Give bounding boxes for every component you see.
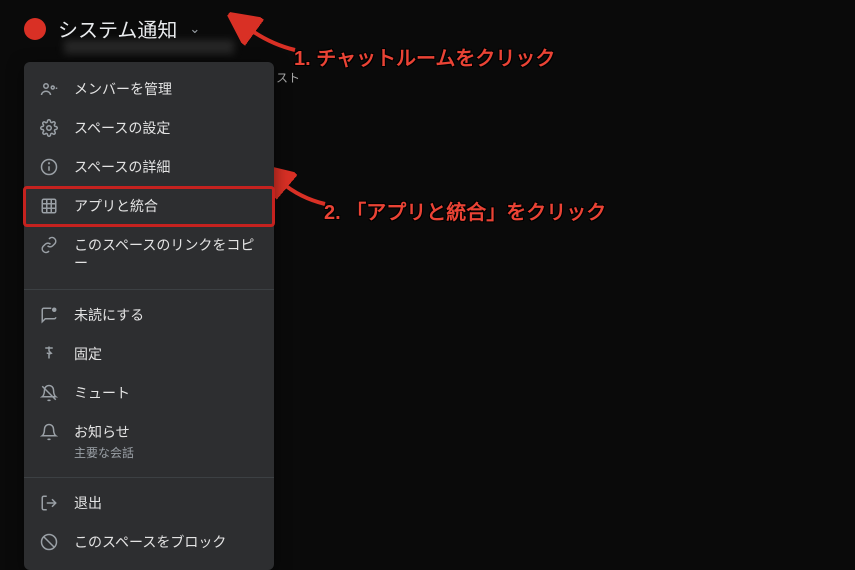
menu-sublabel: 主要な会話 bbox=[74, 444, 134, 461]
annotation-arrow-1 bbox=[240, 22, 300, 62]
menu-item-space-details[interactable]: スペースの詳細 bbox=[24, 148, 274, 187]
members-icon bbox=[40, 80, 58, 98]
pin-icon bbox=[40, 345, 58, 363]
mute-icon bbox=[40, 384, 58, 402]
menu-label: ミュート bbox=[74, 384, 130, 403]
menu-item-apps-integrations[interactable]: アプリと統合 bbox=[24, 187, 274, 226]
menu-divider bbox=[24, 477, 274, 478]
gear-icon bbox=[40, 119, 58, 137]
menu-item-block[interactable]: このスペースをブロック bbox=[24, 523, 274, 562]
menu-label: 固定 bbox=[74, 345, 102, 364]
menu-divider bbox=[24, 289, 274, 290]
annotation-step2: 2. 「アプリと統合」をクリック bbox=[324, 196, 606, 225]
menu-label: アプリと統合 bbox=[74, 197, 158, 216]
menu-label: スペースの設定 bbox=[74, 119, 170, 138]
menu-label: このスペースをブロック bbox=[74, 533, 226, 552]
menu-label: 退出 bbox=[74, 494, 102, 513]
exit-icon bbox=[40, 494, 58, 512]
menu-item-mute[interactable]: ミュート bbox=[24, 374, 274, 413]
info-icon bbox=[40, 158, 58, 176]
menu-item-space-settings[interactable]: スペースの設定 bbox=[24, 109, 274, 148]
annotation-step1: 1. チャットルームをクリック bbox=[294, 42, 555, 71]
menu-label: スペースの詳細 bbox=[74, 158, 170, 177]
context-menu: メンバーを管理 スペースの設定 スペースの詳細 アプリと統合 このスペースのリン… bbox=[24, 62, 274, 570]
menu-label: お知らせ bbox=[74, 423, 134, 442]
menu-item-notifications[interactable]: お知らせ 主要な会話 bbox=[24, 413, 274, 471]
unread-icon bbox=[40, 306, 58, 324]
bell-icon bbox=[40, 423, 58, 441]
menu-label: 未読にする bbox=[74, 306, 144, 325]
background-text-fragment: スト bbox=[276, 69, 300, 86]
block-icon bbox=[40, 533, 58, 551]
menu-item-mark-unread[interactable]: 未読にする bbox=[24, 296, 274, 335]
room-title: システム通知 bbox=[58, 14, 177, 43]
grid-icon bbox=[40, 197, 58, 215]
menu-item-leave[interactable]: 退出 bbox=[24, 484, 274, 523]
menu-item-pin[interactable]: 固定 bbox=[24, 335, 274, 374]
chevron-down-icon: ⌄ bbox=[189, 21, 200, 37]
room-avatar bbox=[24, 18, 46, 40]
room-header[interactable]: システム通知 ⌄ bbox=[24, 14, 200, 43]
menu-label: メンバーを管理 bbox=[74, 80, 172, 99]
menu-label: このスペースのリンクをコピー bbox=[74, 236, 258, 274]
menu-item-copy-link[interactable]: このスペースのリンクをコピー bbox=[24, 226, 274, 284]
menu-item-manage-members[interactable]: メンバーを管理 bbox=[24, 70, 274, 109]
link-icon bbox=[40, 236, 58, 254]
